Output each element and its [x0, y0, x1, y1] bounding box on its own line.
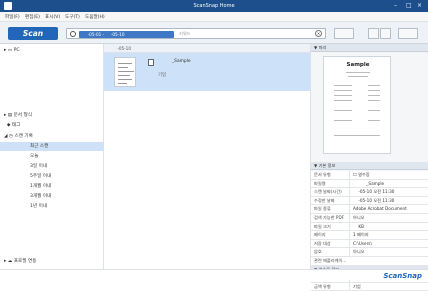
clear-search-button[interactable]: ×: [315, 30, 322, 37]
folder-tree: ▸ ▭ PC ▸ ▤ 문서 형식 ◆ 태그 ◢ ◷ 스캔 기록 최근 스캔 오늘…: [0, 44, 104, 269]
document-thumbnail: [114, 57, 136, 87]
property-row[interactable]: 파일 크기 KB: [311, 222, 428, 232]
pdf-file-icon: [148, 59, 154, 66]
view-toggle-icon[interactable]: [334, 28, 354, 39]
search-box[interactable]: -05-01 - -05-10 키워드 ×: [66, 28, 326, 39]
item-name: _Sample: [158, 59, 191, 64]
tree-history-3days[interactable]: 3일 이내: [0, 162, 104, 171]
property-row[interactable]: 파일 종류 Adobe Acrobat Document: [311, 205, 428, 214]
tree-tags[interactable]: ◆ 태그: [0, 121, 104, 130]
tree-pc[interactable]: ▸ ▭ PC: [0, 46, 104, 55]
property-row[interactable]: 저장 대상 C:\Users\: [311, 239, 428, 249]
property-row[interactable]: 관련 애플리케이...: [311, 256, 428, 266]
scan-button[interactable]: Scan: [8, 27, 58, 40]
menu-tools[interactable]: 도구(T): [65, 14, 80, 20]
grid-view-icon[interactable]: [368, 28, 379, 39]
tree-history-3months[interactable]: 3개월 이내: [0, 192, 104, 201]
list-view-icon[interactable]: [380, 28, 391, 39]
minimize-button[interactable]: –: [394, 2, 397, 9]
tree-history-recent[interactable]: 최근 스캔: [0, 142, 104, 151]
tree-history-week[interactable]: 5주일 이내: [0, 172, 104, 181]
window-title: ScanSnap Home: [193, 2, 235, 9]
tree-doc-type[interactable]: ▸ ▤ 문서 형식: [0, 111, 104, 120]
property-row[interactable]: 파일명 _Sample: [311, 179, 428, 189]
date-range-chip[interactable]: -05-01 - -05-10: [79, 30, 174, 38]
tree-history-today[interactable]: 오늘: [0, 152, 104, 161]
menu-help[interactable]: 도움말(H): [85, 14, 105, 20]
property-row[interactable]: 금액 유형 기업: [311, 282, 428, 291]
list-date-header: -05-10: [104, 44, 310, 53]
preview-doc-title: Sample: [346, 62, 370, 68]
panel-toggle-icon[interactable]: [398, 28, 418, 39]
item-date: [158, 66, 169, 71]
menu-bar: 파일(F) 편집(E) 표시(V) 도구(T) 도움말(H): [0, 12, 428, 22]
property-row[interactable]: 검색 가능한 PDF 아니오: [311, 213, 428, 223]
tree-cloud[interactable]: ▸ ☁ 프로필 연동: [0, 257, 104, 266]
preview-header[interactable]: ▼ 미리: [311, 44, 428, 52]
property-row[interactable]: 수정한 날짜 -05-10 오전 11:30: [311, 196, 428, 206]
brand-logo: ScanSnap: [383, 271, 422, 280]
property-row[interactable]: 문서 유형 ☐ 영수증: [311, 171, 428, 180]
menu-view[interactable]: 표시(V): [45, 14, 60, 20]
menu-edit[interactable]: 편집(E): [25, 14, 40, 20]
toolbar: Scan -05-01 - -05-10 키워드 ×: [0, 22, 428, 44]
menu-file[interactable]: 파일(F): [5, 14, 20, 20]
document-preview: Sample: [323, 56, 391, 154]
detail-panel: ▼ 미리 Sample ▼ 기본 정보 문서 유형 ☐ 영수증 파일명 _Samp…: [310, 44, 428, 291]
property-row[interactable]: 스캔 날짜(시간) -05-10 오전 11:30: [311, 188, 428, 197]
tree-history-year[interactable]: 1년 이내: [0, 202, 104, 211]
status-bar: ScanSnap: [0, 269, 428, 280]
close-button[interactable]: ×: [417, 2, 422, 9]
list-item[interactable]: _Sample 기업: [104, 53, 310, 91]
item-tag: 기업: [158, 73, 167, 78]
search-placeholder: 키워드: [179, 31, 191, 36]
property-row[interactable]: 암호 아니오: [311, 248, 428, 257]
title-bar: ScanSnap Home – □ ×: [0, 0, 428, 12]
tree-history-month[interactable]: 1개월 이내: [0, 182, 104, 191]
content-list: -05-10 _Sample 기업: [104, 44, 310, 269]
maximize-button[interactable]: □: [406, 2, 412, 9]
tree-scan-history[interactable]: ◢ ◷ 스캔 기록: [0, 132, 104, 141]
property-row[interactable]: 페이지 1 페이지: [311, 231, 428, 240]
basic-info-header[interactable]: ▼ 기본 정보: [311, 162, 428, 170]
search-icon: [70, 30, 76, 37]
